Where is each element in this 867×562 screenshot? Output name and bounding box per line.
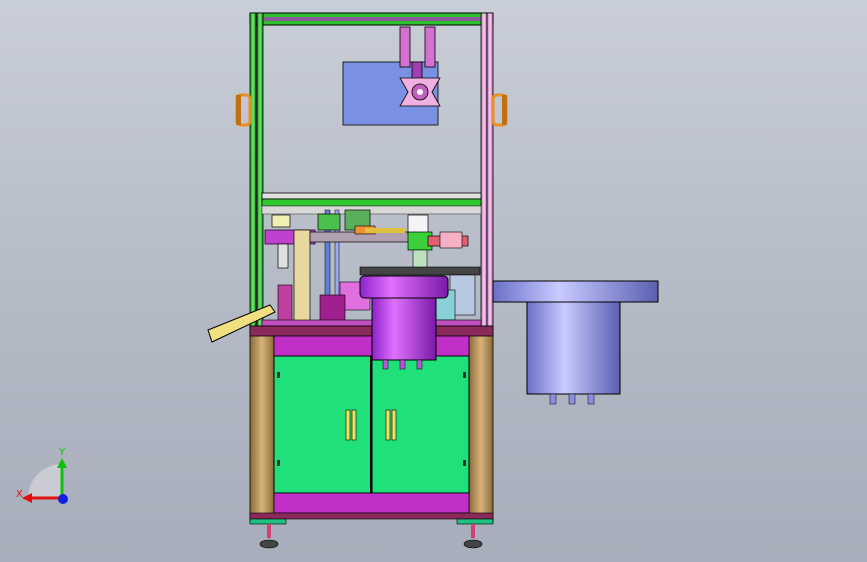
right-handle (491, 93, 508, 127)
orientation-triad[interactable]: Y X (16, 447, 68, 504)
cad-scene: Y X (16, 12, 659, 549)
side-feeder (492, 280, 659, 405)
z-axis-dot (58, 494, 68, 504)
cad-viewport[interactable]: Y X (0, 0, 867, 562)
vibratory-bowl (359, 275, 449, 370)
left-handle (235, 93, 252, 127)
y-axis-label: Y (58, 447, 66, 458)
x-axis-label: X (16, 489, 23, 500)
